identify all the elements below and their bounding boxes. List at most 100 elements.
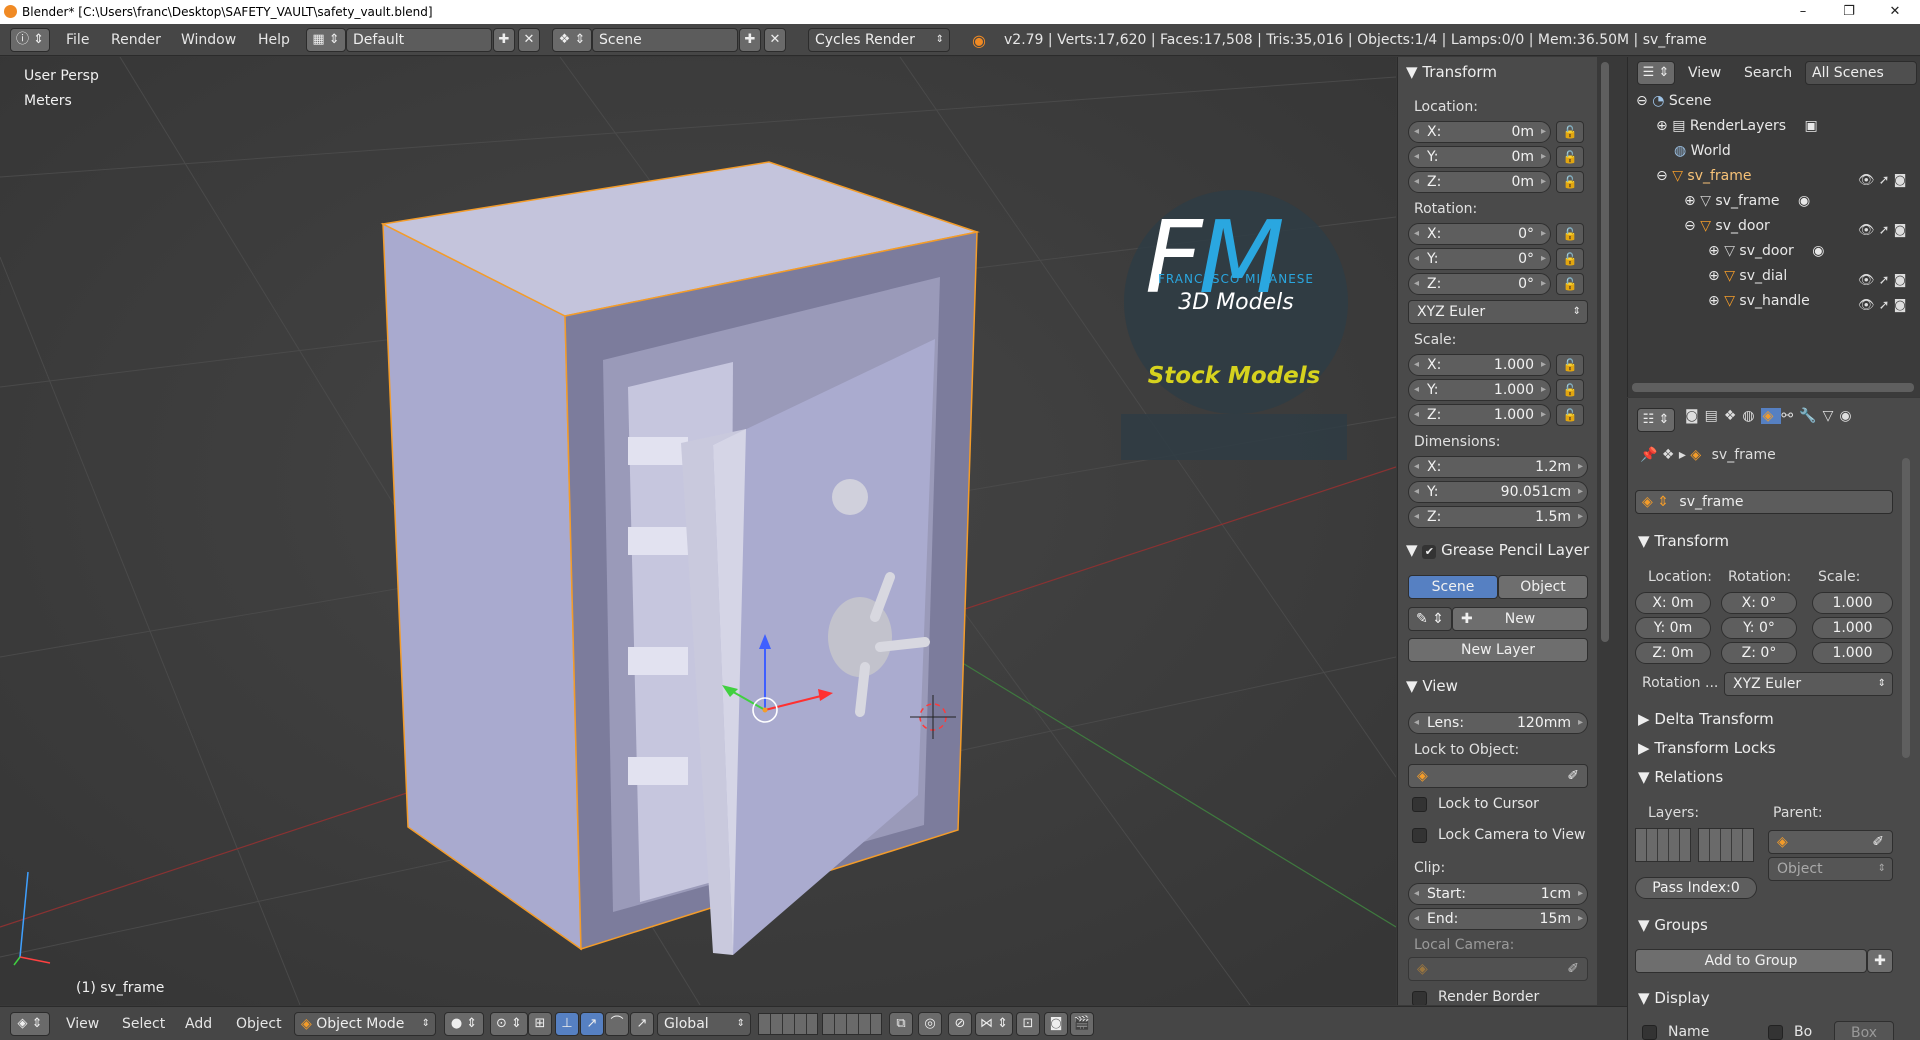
scene-field[interactable]: Scene [592, 28, 738, 52]
object-name-field[interactable]: ◈ ⇕ sv_frame [1635, 490, 1893, 514]
orientation-select[interactable]: Global ⇕ [657, 1012, 751, 1036]
scene-layers-left[interactable] [758, 1013, 818, 1035]
bounds-type-select[interactable]: Box [1834, 1021, 1894, 1040]
properties-editor-type-button[interactable]: ☷ ⇕ [1637, 408, 1675, 432]
lock-camera-checkbox[interactable] [1412, 828, 1427, 843]
layout-field[interactable]: Default [346, 28, 492, 52]
grease-pencil-panel-header[interactable]: ▼ ✔ Grease Pencil Layer [1406, 541, 1589, 559]
world-tab-icon[interactable]: ◍ [1742, 408, 1760, 424]
grease-tab-object[interactable]: Object [1498, 575, 1588, 599]
viewport-shading-button[interactable]: ● ⇕ [444, 1012, 484, 1036]
rotation-z-lock-icon[interactable]: 🔓 [1556, 273, 1584, 295]
modifiers-tab-icon[interactable]: 🔧 [1799, 408, 1822, 424]
parent-eyedropper-icon[interactable]: ✐ [1872, 831, 1884, 853]
snap-toggle-icon[interactable]: ⊘ [948, 1012, 972, 1036]
props-rot-z[interactable]: Z: 0° [1721, 642, 1797, 664]
grease-pencil-checkbox[interactable]: ✔ [1422, 545, 1437, 559]
local-camera-eyedropper-icon[interactable]: ✐ [1567, 958, 1579, 980]
display-bounds-checkbox[interactable] [1768, 1025, 1783, 1040]
pencil-icon-button[interactable]: ✎ ⇕ [1408, 607, 1452, 631]
info-editor-type-button[interactable]: ⓘ ⇕ [10, 28, 50, 52]
props-loc-y[interactable]: Y: 0m [1635, 617, 1711, 639]
visibility-eye-icon[interactable]: 👁 [1858, 173, 1875, 188]
lock-cursor-checkbox[interactable] [1412, 797, 1427, 812]
outliner-row-sv-handle[interactable]: ⊕ ▽ sv_handle [1708, 293, 1810, 309]
select-arrow-icon[interactable]: ➚ [1879, 298, 1890, 313]
transform-panel-header[interactable]: ▼ Transform [1406, 63, 1497, 81]
mode-select[interactable]: ◈ Object Mode ⇕ [294, 1012, 436, 1036]
relations-header[interactable]: ▼ Relations [1638, 768, 1723, 786]
local-camera-field[interactable]: ◈ ✐ [1408, 957, 1588, 981]
menu-render[interactable]: Render [111, 32, 161, 48]
props-scale-x[interactable]: 1.000 [1812, 592, 1893, 614]
eyedropper-icon[interactable]: ✐ [1567, 765, 1579, 787]
props-rot-x[interactable]: X: 0° [1721, 592, 1797, 614]
rotation-z-field[interactable]: Z: 0° [1408, 273, 1551, 295]
props-scale-z[interactable]: 1.000 [1812, 642, 1893, 664]
props-loc-z[interactable]: Z: 0m [1635, 642, 1711, 664]
layout-remove-icon[interactable]: ✕ [518, 28, 540, 52]
parent-field[interactable]: ◈ ✐ [1768, 830, 1893, 854]
rotation-x-field[interactable]: X: 0° [1408, 223, 1551, 245]
props-loc-x[interactable]: X: 0m [1635, 592, 1711, 614]
menu-add[interactable]: Add [185, 1016, 212, 1032]
select-arrow-icon[interactable]: ➚ [1879, 223, 1890, 238]
rotation-y-field[interactable]: Y: 0° [1408, 248, 1551, 270]
menu-view[interactable]: View [66, 1016, 99, 1032]
render-camera-icon[interactable]: ◙ [1894, 173, 1907, 188]
grease-new-button[interactable]: ✚ New [1452, 607, 1588, 631]
rotate-manipulator-icon[interactable]: ↗ [580, 1012, 604, 1036]
scene-tab-icon[interactable]: ❖ [1724, 408, 1743, 424]
properties-scrollbar[interactable] [1902, 458, 1910, 758]
location-x-lock-icon[interactable]: 🔓 [1556, 121, 1584, 143]
location-y-lock-icon[interactable]: 🔓 [1556, 146, 1584, 168]
delta-transform-header[interactable]: ▶ Delta Transform [1638, 710, 1774, 728]
display-header[interactable]: ▼ Display [1638, 989, 1710, 1007]
add-group-plus-icon[interactable]: ✚ [1867, 949, 1893, 973]
clip-end-field[interactable]: End: 15m [1408, 908, 1588, 930]
location-x-field[interactable]: X: 0m [1408, 121, 1551, 143]
scale-z-lock-icon[interactable]: 🔓 [1556, 404, 1584, 426]
renderlayer-toggle-icon[interactable]: ▣ [1805, 118, 1818, 134]
manipulator-toggle-icon[interactable]: ⊞ [528, 1012, 552, 1036]
groups-header[interactable]: ▼ Groups [1638, 916, 1708, 934]
visibility-eye-icon[interactable]: 👁 [1858, 298, 1875, 313]
snap-element-select[interactable]: ⋈ ⇕ [975, 1012, 1013, 1036]
rotation-y-lock-icon[interactable]: 🔓 [1556, 248, 1584, 270]
scale-x-lock-icon[interactable]: 🔓 [1556, 354, 1584, 376]
display-name-checkbox[interactable] [1642, 1025, 1657, 1040]
render-camera-icon[interactable]: ◙ [1894, 298, 1907, 313]
outliner-row-sv-dial[interactable]: ⊕ ▽ sv_dial [1708, 268, 1787, 284]
dimensions-z-field[interactable]: Z: 1.5m [1408, 506, 1588, 528]
pin-icon[interactable]: 📌 [1640, 447, 1657, 463]
location-z-field[interactable]: Z: 0m [1408, 171, 1551, 193]
transform-locks-header[interactable]: ▶ Transform Locks [1638, 739, 1776, 757]
render-engine-select[interactable]: Cycles Render ⇕ [808, 28, 950, 52]
outliner-filter-select[interactable]: All Scenes [1805, 61, 1917, 85]
dimensions-y-field[interactable]: Y: 90.051cm [1408, 481, 1588, 503]
safe-model[interactable] [380, 161, 980, 955]
new-layer-button[interactable]: New Layer [1408, 638, 1588, 662]
outliner-row-world[interactable]: ◍ World [1674, 143, 1731, 159]
dimensions-x-field[interactable]: X: 1.2m [1408, 456, 1588, 478]
rotation-mode-select[interactable]: XYZ Euler ⇕ [1408, 300, 1588, 324]
grease-tab-scene[interactable]: Scene [1408, 575, 1498, 599]
outliner-row-sv-frame-mesh[interactable]: ⊕ ▽ sv_frame ◉ [1684, 193, 1810, 209]
layers-grid-left[interactable] [1635, 828, 1691, 862]
render-camera-icon[interactable]: ◙ [1894, 223, 1907, 238]
menu-object[interactable]: Object [236, 1016, 282, 1032]
snap-target-icon[interactable]: ⊡ [1016, 1012, 1040, 1036]
clip-start-field[interactable]: Start: 1cm [1408, 883, 1588, 905]
menu-help[interactable]: Help [258, 32, 290, 48]
outliner-menu-search[interactable]: Search [1744, 65, 1792, 81]
menu-select[interactable]: Select [122, 1016, 165, 1032]
3d-viewport[interactable]: User Persp Meters (1) sv_frame FM FM FRA… [0, 57, 1396, 1005]
rotation-x-lock-icon[interactable]: 🔓 [1556, 223, 1584, 245]
outliner-editor-type-button[interactable]: ☰ ⇕ [1637, 61, 1675, 85]
render-camera-icon[interactable]: ◙ [1894, 273, 1907, 288]
scene-layers-right[interactable] [822, 1013, 882, 1035]
props-scale-y[interactable]: 1.000 [1812, 617, 1893, 639]
view-panel-header[interactable]: ▼ View [1406, 677, 1458, 695]
scale-y-field[interactable]: Y: 1.000 [1408, 379, 1551, 401]
scene-remove-icon[interactable]: ✕ [764, 28, 786, 52]
